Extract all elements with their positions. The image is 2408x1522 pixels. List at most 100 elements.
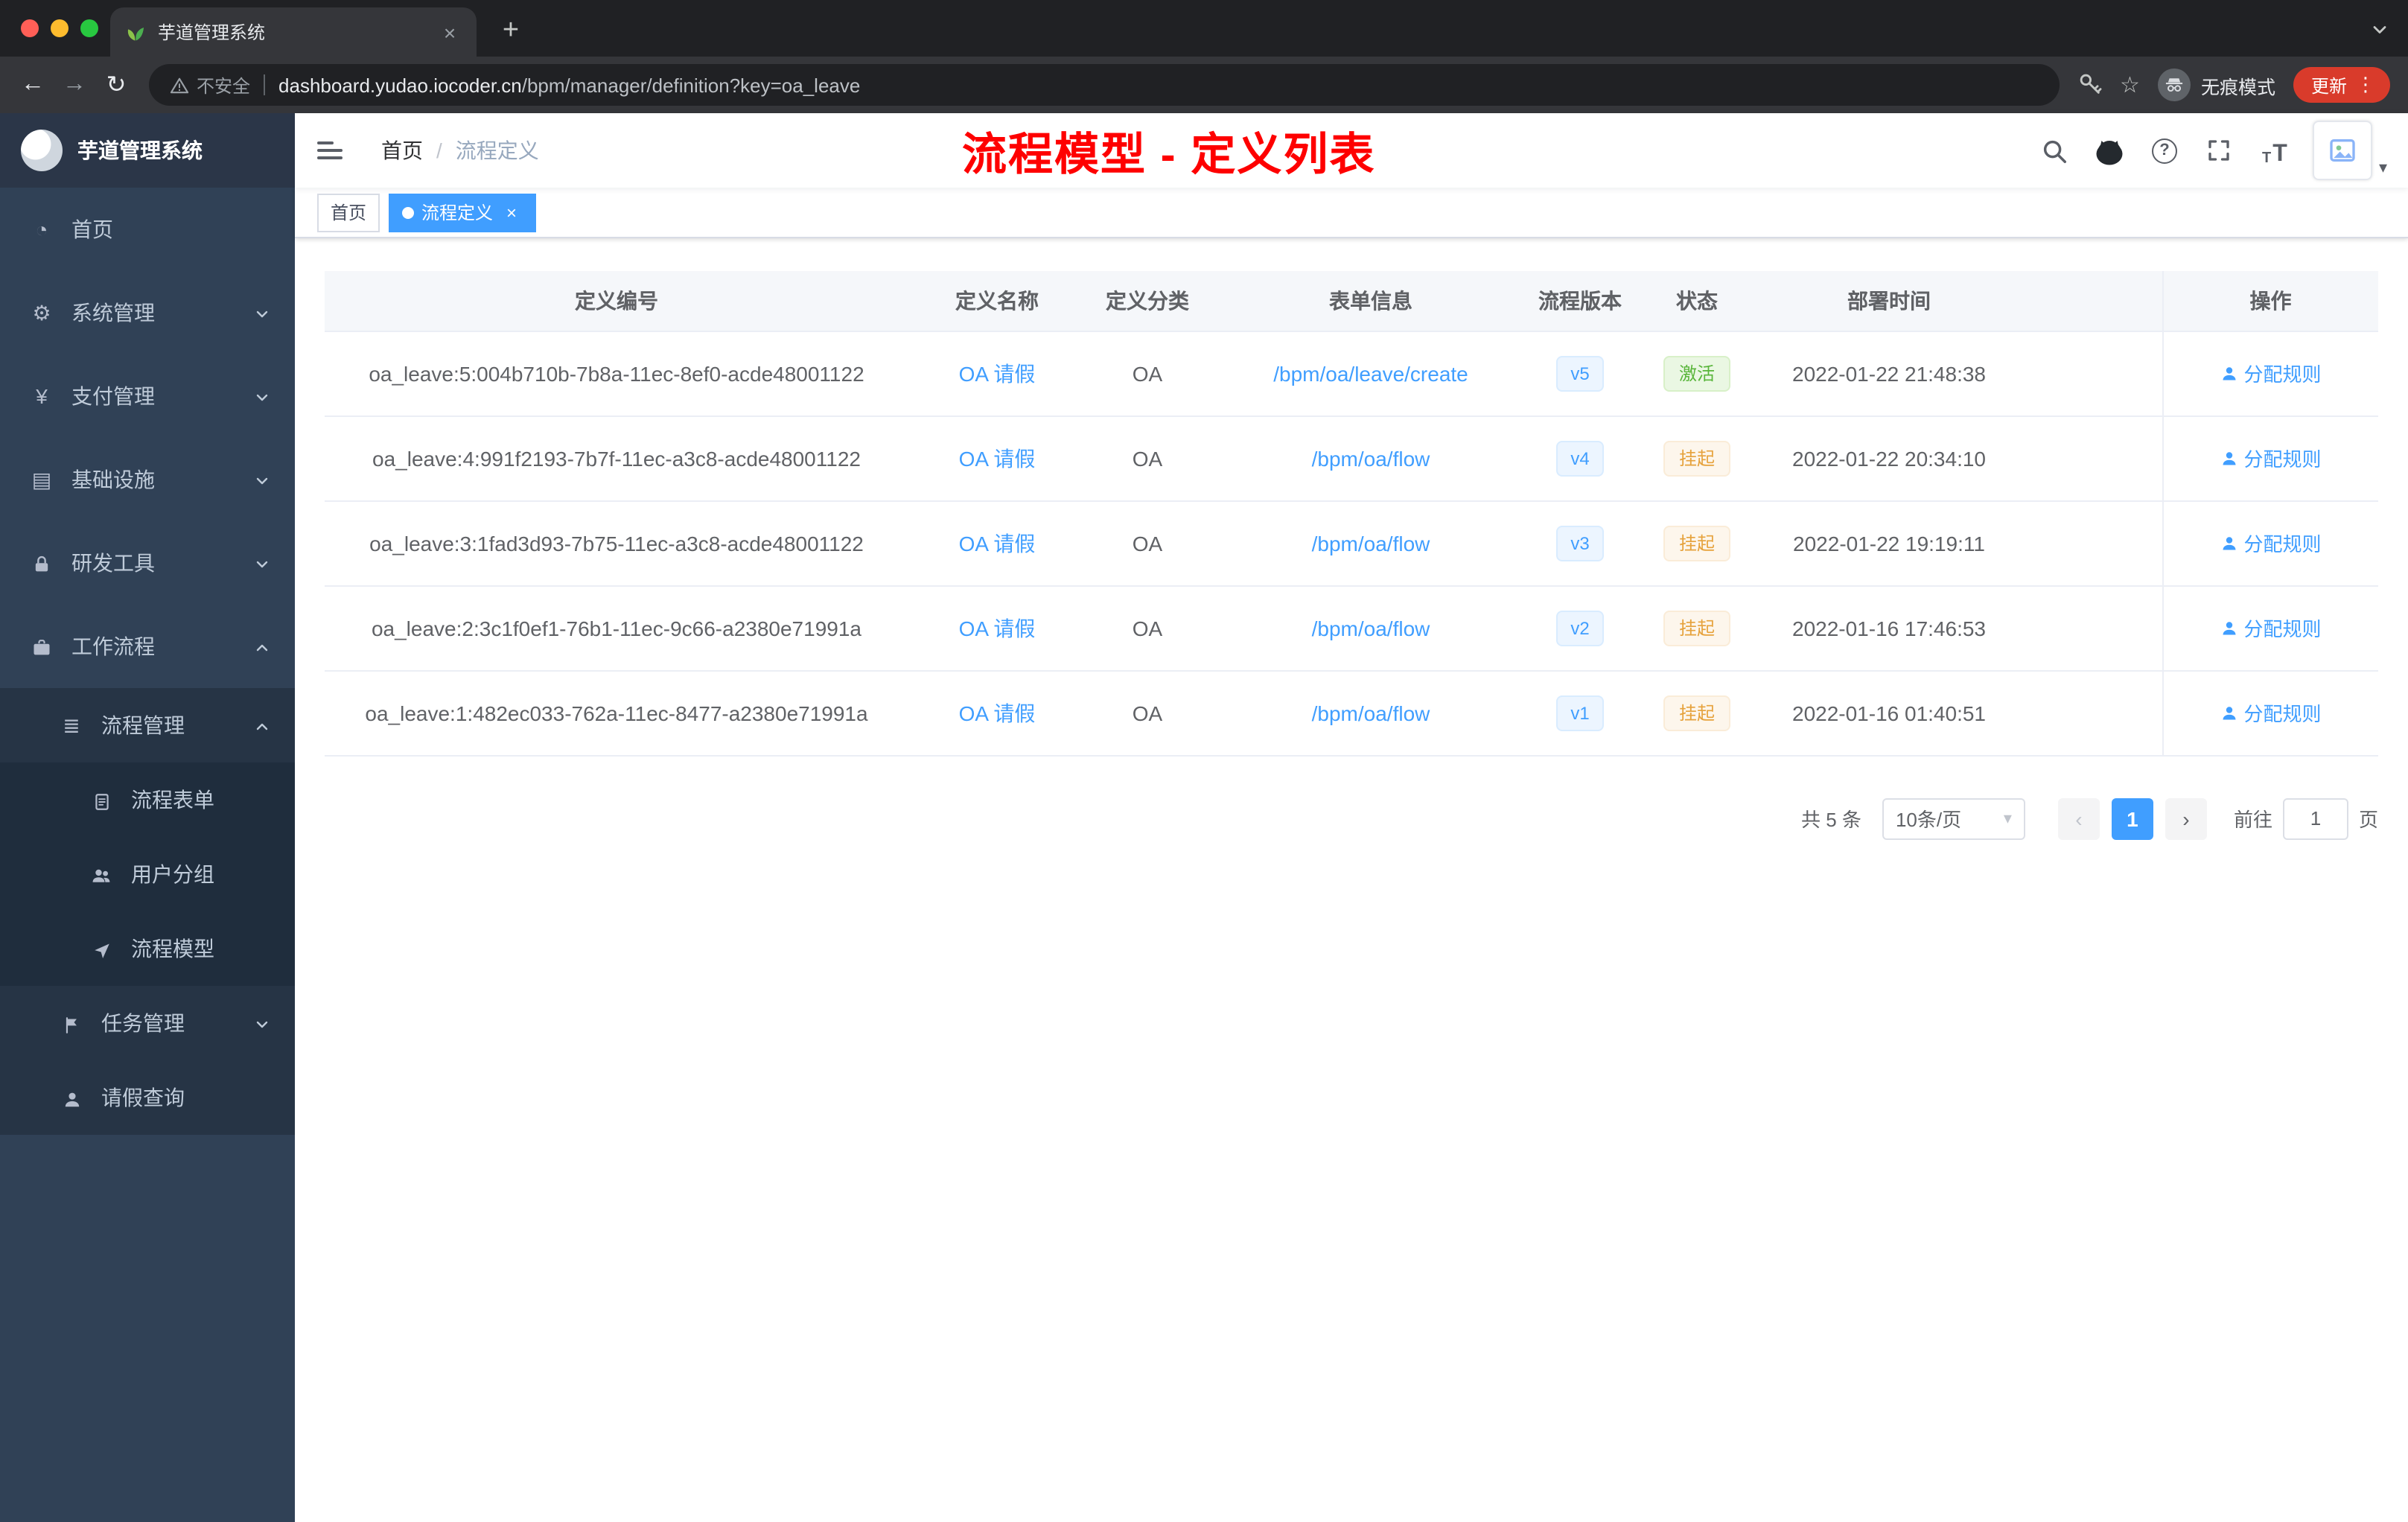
next-page-button[interactable]: › [2165,797,2207,839]
sidebar-item-label: 流程管理 [101,713,185,737]
search-icon[interactable] [2038,134,2071,167]
chevron-down-icon [253,551,271,575]
user-avatar[interactable]: ▾ [2313,121,2387,180]
sidebar-item-infrastructure[interactable]: ▤ 基础设施 [0,438,295,521]
form-info-link[interactable]: /bpm/oa/leave/create [1273,361,1468,385]
breadcrumb-home[interactable]: 首页 [381,136,423,165]
sidebar-item-payment-management[interactable]: ¥ 支付管理 [0,354,295,438]
column-definition-name: 定义名称 [908,271,1086,331]
help-icon[interactable]: ? [2148,134,2181,167]
goto-page-input[interactable] [2282,797,2348,839]
definition-name-link[interactable]: OA 请假 [959,616,1036,640]
form-info-link[interactable]: /bpm/oa/flow [1312,446,1430,470]
assign-rule-button[interactable]: 分配规则 [2220,529,2322,557]
page-title: 流程模型 - 定义列表 [962,131,1376,180]
browser-toolbar: ← → ↻ 不安全 dashboard.yudao.iocoder.cn /bp… [0,57,2408,113]
sidebar-item-leave-query[interactable]: 请假查询 [0,1060,295,1135]
assign-rule-button[interactable]: 分配规则 [2220,698,2322,727]
definition-id: oa_leave:4:991f2193-7b7f-11ec-a3c8-acde4… [325,415,908,501]
reload-button[interactable]: ↻ [95,64,137,106]
filler-cell [2012,415,2162,501]
dashboard-icon: ◔ [35,217,48,241]
window-close-button[interactable] [21,19,39,37]
update-label: 更新 [2310,75,2347,96]
assign-rule-button[interactable]: 分配规则 [2220,614,2322,642]
fullscreen-icon[interactable] [2203,134,2236,167]
filler-cell [2012,585,2162,671]
pagination-total: 共 5 条 [1801,809,1861,831]
page-size-select[interactable]: 10条/页 ▾ [1882,797,2025,839]
sidebar-item-label: 首页 [71,217,113,241]
bookmark-star-icon[interactable]: ☆ [2120,71,2140,98]
definition-id: oa_leave:3:1fad3d93-7b75-11ec-a3c8-acde4… [325,500,908,586]
window-zoom-button[interactable] [80,19,98,37]
tag-process-definition[interactable]: 流程定义 × [389,193,537,232]
sidebar-item-label: 任务管理 [101,1011,185,1035]
sidebar-item-system-management[interactable]: ⚙ 系统管理 [0,271,295,354]
form-info-link[interactable]: /bpm/oa/flow [1312,531,1430,555]
tab-search-chevron-icon[interactable] [2369,16,2390,43]
sidebar: 芋道管理系统 ◔ 首页 ⚙ 系统管理 ¥ 支付管理 ▤ 基础设施 研发工具 工作… [0,113,295,1522]
sidebar-item-process-form[interactable]: 流程表单 [0,762,295,837]
sidebar-item-task-management[interactable]: 任务管理 [0,986,295,1060]
definition-category: OA [1086,585,1209,671]
sidebar-item-dev-tools[interactable]: 研发工具 [0,521,295,605]
version-badge: v4 [1555,440,1605,476]
forward-button[interactable]: → [54,64,95,106]
tab-close-icon[interactable]: × [438,20,462,44]
column-filler [2012,271,2162,331]
column-deploy-time: 部署时间 [1766,271,2012,331]
definition-name-link[interactable]: OA 请假 [959,531,1036,555]
form-info-link[interactable]: /bpm/oa/flow [1312,701,1430,725]
version-badge: v1 [1555,695,1605,730]
definition-name-link[interactable]: OA 请假 [959,701,1036,725]
tag-home[interactable]: 首页 [317,193,380,232]
chevron-down-icon [253,301,271,325]
definition-category: OA [1086,500,1209,586]
table-row: oa_leave:2:3c1f0ef1-76b1-11ec-9c66-a2380… [325,585,2378,671]
version-badge: v5 [1555,355,1605,391]
definition-category: OA [1086,331,1209,416]
sidebar-item-label: 流程模型 [131,937,214,961]
logo-title: 芋道管理系统 [77,138,203,162]
prev-page-button[interactable]: ‹ [2057,797,2100,839]
page-size-value: 10条/页 [1895,809,1962,831]
sidebar-item-process-model[interactable]: 流程模型 [0,911,295,986]
browser-menu-icon[interactable]: ⋮ [2356,73,2375,97]
assign-rule-button[interactable]: 分配规则 [2220,359,2322,387]
back-button[interactable]: ← [12,64,54,106]
incognito-icon [2157,69,2191,101]
browser-tab[interactable]: 芋道管理系统 × [110,7,477,57]
definition-name-link[interactable]: OA 请假 [959,361,1036,385]
password-key-icon[interactable] [2077,71,2102,98]
tag-close-icon[interactable]: × [500,201,523,223]
security-status[interactable]: 不安全 [170,72,250,98]
status-badge: 挂起 [1663,440,1730,476]
sidebar-item-workflow[interactable]: 工作流程 [0,605,295,688]
hamburger-icon[interactable] [295,113,369,188]
new-tab-button[interactable]: + [491,12,530,51]
window-minimize-button[interactable] [51,19,69,37]
definition-name-link[interactable]: OA 请假 [959,446,1036,470]
browser-update-button[interactable]: 更新 ⋮ [2293,67,2390,103]
briefcase-icon [30,634,54,659]
assign-rule-button[interactable]: 分配规则 [2220,444,2322,472]
gear-icon: ⚙ [32,300,51,324]
table-row: oa_leave:4:991f2193-7b7f-11ec-a3c8-acde4… [325,415,2378,501]
page-1-button[interactable]: 1 [2111,797,2153,839]
form-info-link[interactable]: /bpm/oa/flow [1312,616,1430,640]
list-icon: ≣ [63,713,80,736]
status-badge: 挂起 [1663,695,1730,730]
sidebar-logo[interactable]: 芋道管理系统 [0,113,295,188]
chevron-down-icon [253,468,271,491]
avatar-image [2313,121,2373,180]
table-row: oa_leave:5:004b710b-7b8a-11ec-8ef0-acde4… [325,331,2378,416]
sidebar-item-label: 支付管理 [71,384,155,408]
font-size-icon[interactable]: TT [2258,134,2291,167]
url-bar[interactable]: 不安全 dashboard.yudao.iocoder.cn /bpm/mana… [149,64,2060,106]
github-icon[interactable] [2093,134,2126,167]
page-unit-label: 页 [2358,809,2378,831]
sidebar-item-user-group[interactable]: 用户分组 [0,837,295,911]
sidebar-item-home[interactable]: ◔ 首页 [0,188,295,271]
sidebar-item-process-management[interactable]: ≣ 流程管理 [0,688,295,762]
